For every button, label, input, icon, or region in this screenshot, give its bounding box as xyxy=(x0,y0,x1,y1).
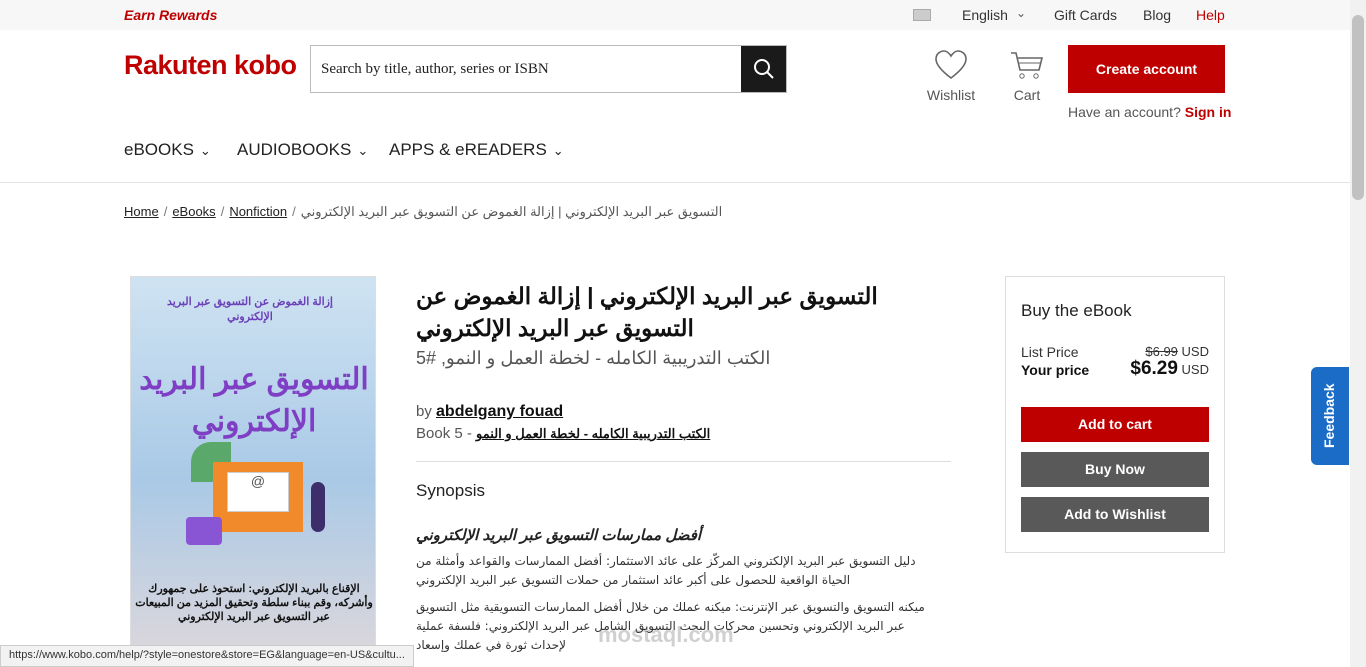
search-input[interactable] xyxy=(311,46,743,92)
your-price-currency: USD xyxy=(1181,362,1209,377)
chevron-down-icon: ⌄ xyxy=(357,143,369,158)
buy-now-button[interactable]: Buy Now xyxy=(1021,452,1209,487)
breadcrumb-separator: / xyxy=(220,204,225,219)
cart-button[interactable]: Cart xyxy=(1009,50,1045,103)
rakuten-kobo-logo[interactable]: Rakuten kobo xyxy=(124,50,297,81)
have-account-text: Have an account? xyxy=(1068,104,1181,120)
author-link[interactable]: abdelgany fouad xyxy=(436,403,563,420)
sign-in-prompt: Have an account? Sign in xyxy=(1068,104,1231,120)
cover-top-text: إزالة الغموض عن التسويق عبر البريد الإلك… xyxy=(167,296,333,323)
letter-illustration: @ xyxy=(227,472,289,512)
book-cover[interactable]: إزالة الغموض عن التسويق عبر البريد الإلك… xyxy=(130,276,376,646)
book-number: Book 5 - xyxy=(416,425,472,442)
synopsis-heading: Synopsis xyxy=(416,481,485,500)
create-account-button[interactable]: Create account xyxy=(1068,45,1225,93)
scrollbar-thumb[interactable] xyxy=(1352,15,1364,200)
book-byline: by abdelgany fouad xyxy=(416,403,563,421)
breadcrumb-separator: / xyxy=(292,204,296,219)
buy-box-heading: Buy the eBook xyxy=(1021,301,1132,320)
list-price-value: $6.99 USD xyxy=(1145,344,1209,359)
series-info: Book 5 - الكتب التدريبية الكامله - لخطة … xyxy=(416,425,710,442)
search-icon xyxy=(754,59,774,79)
cover-bottom-text: الإقناع بالبريد الإلكتروني: استحوذ على ج… xyxy=(135,583,373,623)
chevron-down-icon: ⌄ xyxy=(552,143,564,158)
cart-label: Cart xyxy=(1013,87,1041,103)
chevron-down-icon: ⌄ xyxy=(199,143,211,158)
megaphone-illustration xyxy=(186,517,222,545)
help-link[interactable]: Help xyxy=(1196,7,1225,23)
breadcrumb-nonfiction[interactable]: Nonfiction xyxy=(229,204,287,219)
list-price-label: List Price xyxy=(1021,344,1079,360)
synopsis-subheading: أفضل ممارسات التسويق عبر البريد الإلكترو… xyxy=(416,527,702,544)
wishlist-label: Wishlist xyxy=(926,87,976,103)
add-to-wishlist-button[interactable]: Add to Wishlist xyxy=(1021,497,1209,532)
series-link[interactable]: الكتب التدريبية الكامله - لخطة العمل و ا… xyxy=(476,426,710,441)
nav-apps-label: APPS & eREADERS xyxy=(389,140,547,159)
breadcrumb-ebooks[interactable]: eBooks xyxy=(172,204,215,219)
breadcrumb-current: التسويق عبر البريد الإلكتروني | إزالة ال… xyxy=(300,204,723,219)
nav-audiobooks-label: AUDIOBOOKS xyxy=(237,140,352,159)
your-price-label: Your price xyxy=(1021,362,1090,378)
add-to-cart-button[interactable]: Add to cart xyxy=(1021,407,1209,442)
heart-icon xyxy=(935,50,967,80)
person-illustration xyxy=(311,482,325,532)
feedback-label: Feedback xyxy=(1321,383,1337,448)
country-flag-icon[interactable] xyxy=(913,9,931,21)
blog-link[interactable]: Blog xyxy=(1143,7,1171,23)
sign-in-link[interactable]: Sign in xyxy=(1185,104,1232,120)
nav-audiobooks[interactable]: AUDIOBOOKS ⌄ xyxy=(237,140,368,160)
cover-title-text: التسويق عبر البريد الإلكتروني xyxy=(139,363,369,438)
book-title: التسويق عبر البريد الإلكتروني | إزالة ال… xyxy=(416,283,878,341)
language-selector[interactable]: English xyxy=(962,7,1008,23)
feedback-tab[interactable]: Feedback xyxy=(1311,367,1349,465)
book-series-line: الكتب التدريبية الكامله - لخطة العمل و ا… xyxy=(416,348,771,368)
divider xyxy=(416,461,951,462)
search-bar xyxy=(310,45,787,93)
breadcrumb: Home / eBooks / Nonfiction / التسويق عبر البري… xyxy=(124,204,722,220)
search-button[interactable] xyxy=(741,46,786,92)
nav-ebooks-label: eBOOKS xyxy=(124,140,194,159)
watermark: mostaql.com xyxy=(598,622,734,647)
breadcrumb-separator: / xyxy=(163,204,168,219)
scrollbar[interactable] xyxy=(1350,0,1366,667)
synopsis-paragraph: دليل التسويق عبر البريد الإلكتروني المرك… xyxy=(416,554,916,587)
gift-cards-link[interactable]: Gift Cards xyxy=(1054,7,1117,23)
by-text: by xyxy=(416,403,432,420)
utility-bar: Earn Rewards English ⌄ Gift Cards Blog H… xyxy=(0,0,1350,30)
wishlist-button[interactable]: Wishlist xyxy=(926,50,976,103)
earn-rewards-link[interactable]: Earn Rewards xyxy=(124,7,217,23)
chevron-down-icon[interactable]: ⌄ xyxy=(1016,6,1026,20)
buy-box: Buy the eBook List Price $6.99 USD Your … xyxy=(1005,276,1225,553)
site-header: Rakuten kobo Wishlist Cart Create accoun… xyxy=(0,30,1350,183)
list-price-currency: USD xyxy=(1181,344,1209,359)
your-price-value: $6.29 USD xyxy=(1130,358,1209,380)
nav-apps-ereaders[interactable]: APPS & eREADERS ⌄ xyxy=(389,140,564,160)
your-price-amount: $6.29 xyxy=(1130,358,1178,379)
nav-ebooks[interactable]: eBOOKS ⌄ xyxy=(124,140,211,160)
list-price-amount: $6.99 xyxy=(1145,344,1178,359)
breadcrumb-home[interactable]: Home xyxy=(124,204,159,219)
status-bar-url: https://www.kobo.com/help/?style=onestor… xyxy=(0,645,414,667)
cart-icon xyxy=(1011,52,1044,79)
